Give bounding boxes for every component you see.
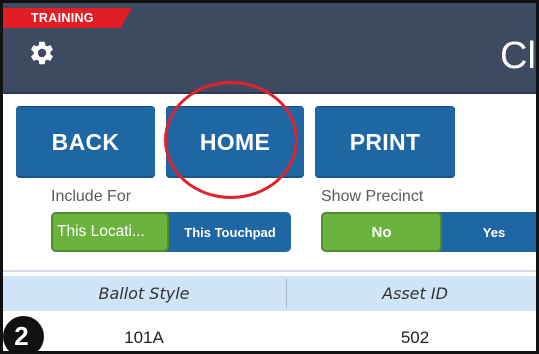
table-cell-ballot-style[interactable]: 101A	[3, 328, 285, 348]
gear-icon[interactable]	[28, 39, 56, 67]
table-divider	[3, 270, 536, 272]
column-header-ballot-style[interactable]: Ballot Style	[3, 276, 285, 311]
show-precinct-no-option[interactable]: No	[321, 212, 442, 252]
show-precinct-label: Show Precinct	[321, 188, 424, 205]
show-precinct-toggle: No Yes	[321, 212, 536, 252]
back-button[interactable]: BACK	[16, 106, 155, 178]
table-cell-asset-id[interactable]: 502	[288, 328, 536, 348]
training-banner: TRAINING	[3, 8, 132, 28]
header-bar: TRAINING Cl	[3, 3, 536, 94]
main-content: BACK HOME PRINT Include For This Locati.…	[3, 96, 536, 351]
column-header-asset-id[interactable]: Asset ID	[288, 276, 536, 311]
show-precinct-yes-option[interactable]: Yes	[442, 212, 536, 252]
include-this-touchpad-option[interactable]: This Touchpad	[169, 212, 291, 252]
include-for-toggle: This Locati... This Touchpad	[51, 212, 291, 252]
table-header: Ballot Style Asset ID	[3, 276, 536, 311]
print-button[interactable]: PRINT	[315, 106, 455, 178]
app-frame: TRAINING Cl BACK HOME PRINT Include For …	[0, 0, 539, 354]
step-number-badge: 2	[3, 316, 44, 351]
include-this-location-option[interactable]: This Locati...	[51, 212, 169, 252]
include-for-label: Include For	[51, 188, 132, 205]
home-button[interactable]: HOME	[166, 106, 304, 178]
column-divider	[286, 279, 287, 308]
page-title: Cl	[500, 35, 536, 77]
